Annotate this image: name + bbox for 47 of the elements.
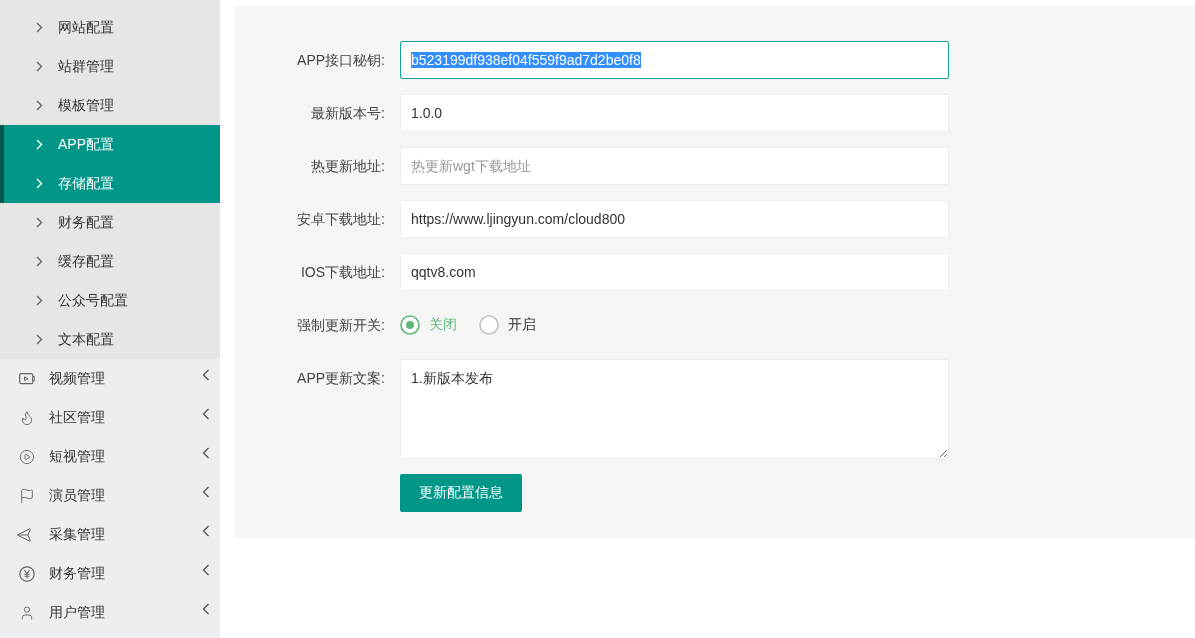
chevron-right-icon [36,217,43,228]
flame-icon [19,409,35,426]
field-label: 强制更新开关: [296,316,385,335]
submenu-item[interactable]: 缓存配置 [0,242,220,281]
text-area-field[interactable]: 1.新版本发布 [400,359,949,459]
submenu-item[interactable]: 公众号配置 [0,281,220,320]
yen-icon [19,565,35,582]
field-label: 安卓下载地址: [296,210,385,229]
chevron-right-icon [36,100,43,111]
chevron-right-icon [36,334,43,345]
radio-unchecked-icon[interactable] [479,315,499,335]
input-field[interactable]: 热更新wgt下载地址 [400,147,949,185]
flag-icon [19,487,35,504]
submenu-item[interactable]: 站群管理 [0,47,220,86]
user-icon [19,604,35,621]
radio-checked-icon[interactable] [400,315,420,335]
menu-item[interactable]: 视频管理 [0,359,220,398]
chevron-right-icon [36,22,43,33]
field-label: 最新版本号: [310,104,385,123]
field-label: APP接口秘钥: [296,51,385,70]
menu-item[interactable]: 短视管理 [0,437,220,476]
menu-item[interactable]: 财务管理 [0,554,220,593]
field-label: IOS下载地址: [300,263,385,282]
submenu-item[interactable]: 网站配置 [0,8,220,47]
video-icon [19,371,35,386]
chevron-right-icon [36,61,43,72]
menu-item[interactable]: 采集管理 [0,515,220,554]
input-field[interactable]: qqtv8.com [400,253,949,291]
radio-option[interactable]: 开启 [479,315,536,335]
menu-item[interactable]: 用户管理 [0,593,220,632]
chevron-right-icon [36,256,43,267]
submenu-item[interactable]: 模板管理 [0,86,220,125]
field-label: 热更新地址: [310,157,385,176]
submenu-item[interactable]: 存储配置 [0,164,220,203]
chevron-right-icon [36,295,43,306]
field-label: APP更新文案: [296,369,385,388]
menu-item[interactable]: 社区管理 [0,398,220,437]
play-circle-icon [19,448,35,465]
submenu-item[interactable]: 财务配置 [0,203,220,242]
menu-item[interactable]: 演员管理 [0,476,220,515]
input-field[interactable]: 1.0.0 [400,94,949,132]
input-field[interactable]: https://www.ljingyun.com/cloud800 [400,200,949,238]
submenu-item[interactable]: 文本配置 [0,320,220,359]
chevron-right-icon [36,178,43,189]
submit-button[interactable]: 更新配置信息 [400,474,522,512]
submenu-item[interactable]: APP配置 [0,125,220,164]
chevron-right-icon [36,139,43,150]
